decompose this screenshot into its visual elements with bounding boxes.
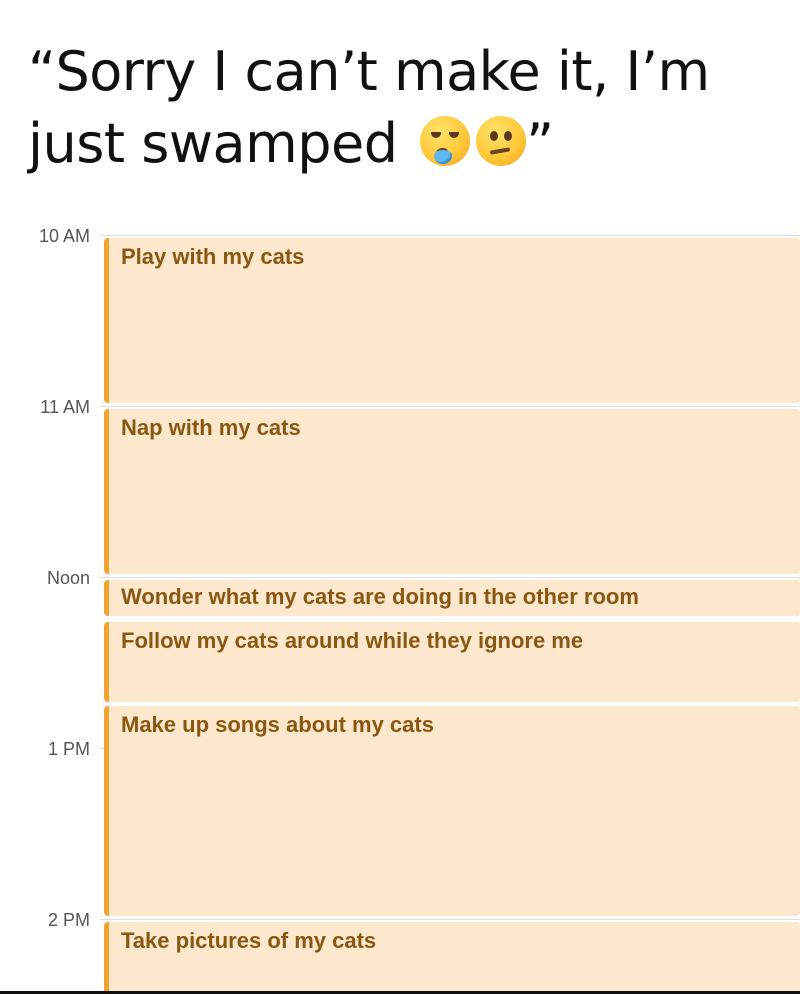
event-title: Nap with my cats [121, 415, 301, 440]
hour-label-2pm: 2 PM [47, 910, 90, 930]
hour-gridline [100, 919, 800, 920]
event-title: Play with my cats [121, 244, 305, 269]
hour-label-10am: 10 AM [38, 226, 90, 246]
calendar-event[interactable]: Follow my cats around while they ignore … [104, 622, 800, 702]
hour-label-noon: Noon [46, 568, 90, 588]
calendar-day-view: 10 AM 11 AM Noon 1 PM 2 PM Play with my … [0, 222, 800, 994]
calendar-event[interactable]: Make up songs about my cats [104, 706, 800, 916]
hour-gridline [100, 577, 800, 578]
hour-gridline [100, 406, 800, 407]
confused-face-emoji-icon [476, 116, 527, 166]
caption-line-1: “Sorry I can’t make it, I’m [28, 40, 710, 103]
caption-line-2: just swamped ” [28, 108, 788, 180]
sleepy-face-emoji-icon [420, 116, 471, 166]
caption-close-quote: ” [526, 112, 554, 175]
calendar-event[interactable]: Take pictures of my cats [104, 922, 800, 994]
calendar-event[interactable]: Wonder what my cats are doing in the oth… [104, 580, 800, 616]
event-title: Wonder what my cats are doing in the oth… [121, 584, 639, 609]
event-title: Take pictures of my cats [121, 928, 377, 953]
caption-line-2-text: just swamped [28, 112, 398, 175]
meme-screenshot: “Sorry I can’t make it, I’m just swamped… [0, 0, 800, 994]
calendar-event[interactable]: Nap with my cats [104, 409, 800, 574]
hour-label-11am: 11 AM [40, 397, 90, 417]
calendar-event[interactable]: Play with my cats [104, 238, 800, 403]
caption: “Sorry I can’t make it, I’m just swamped… [28, 36, 788, 180]
hour-label-1pm: 1 PM [47, 739, 90, 759]
hour-gridline [100, 235, 800, 236]
event-title: Follow my cats around while they ignore … [121, 628, 584, 653]
event-title: Make up songs about my cats [121, 712, 434, 737]
